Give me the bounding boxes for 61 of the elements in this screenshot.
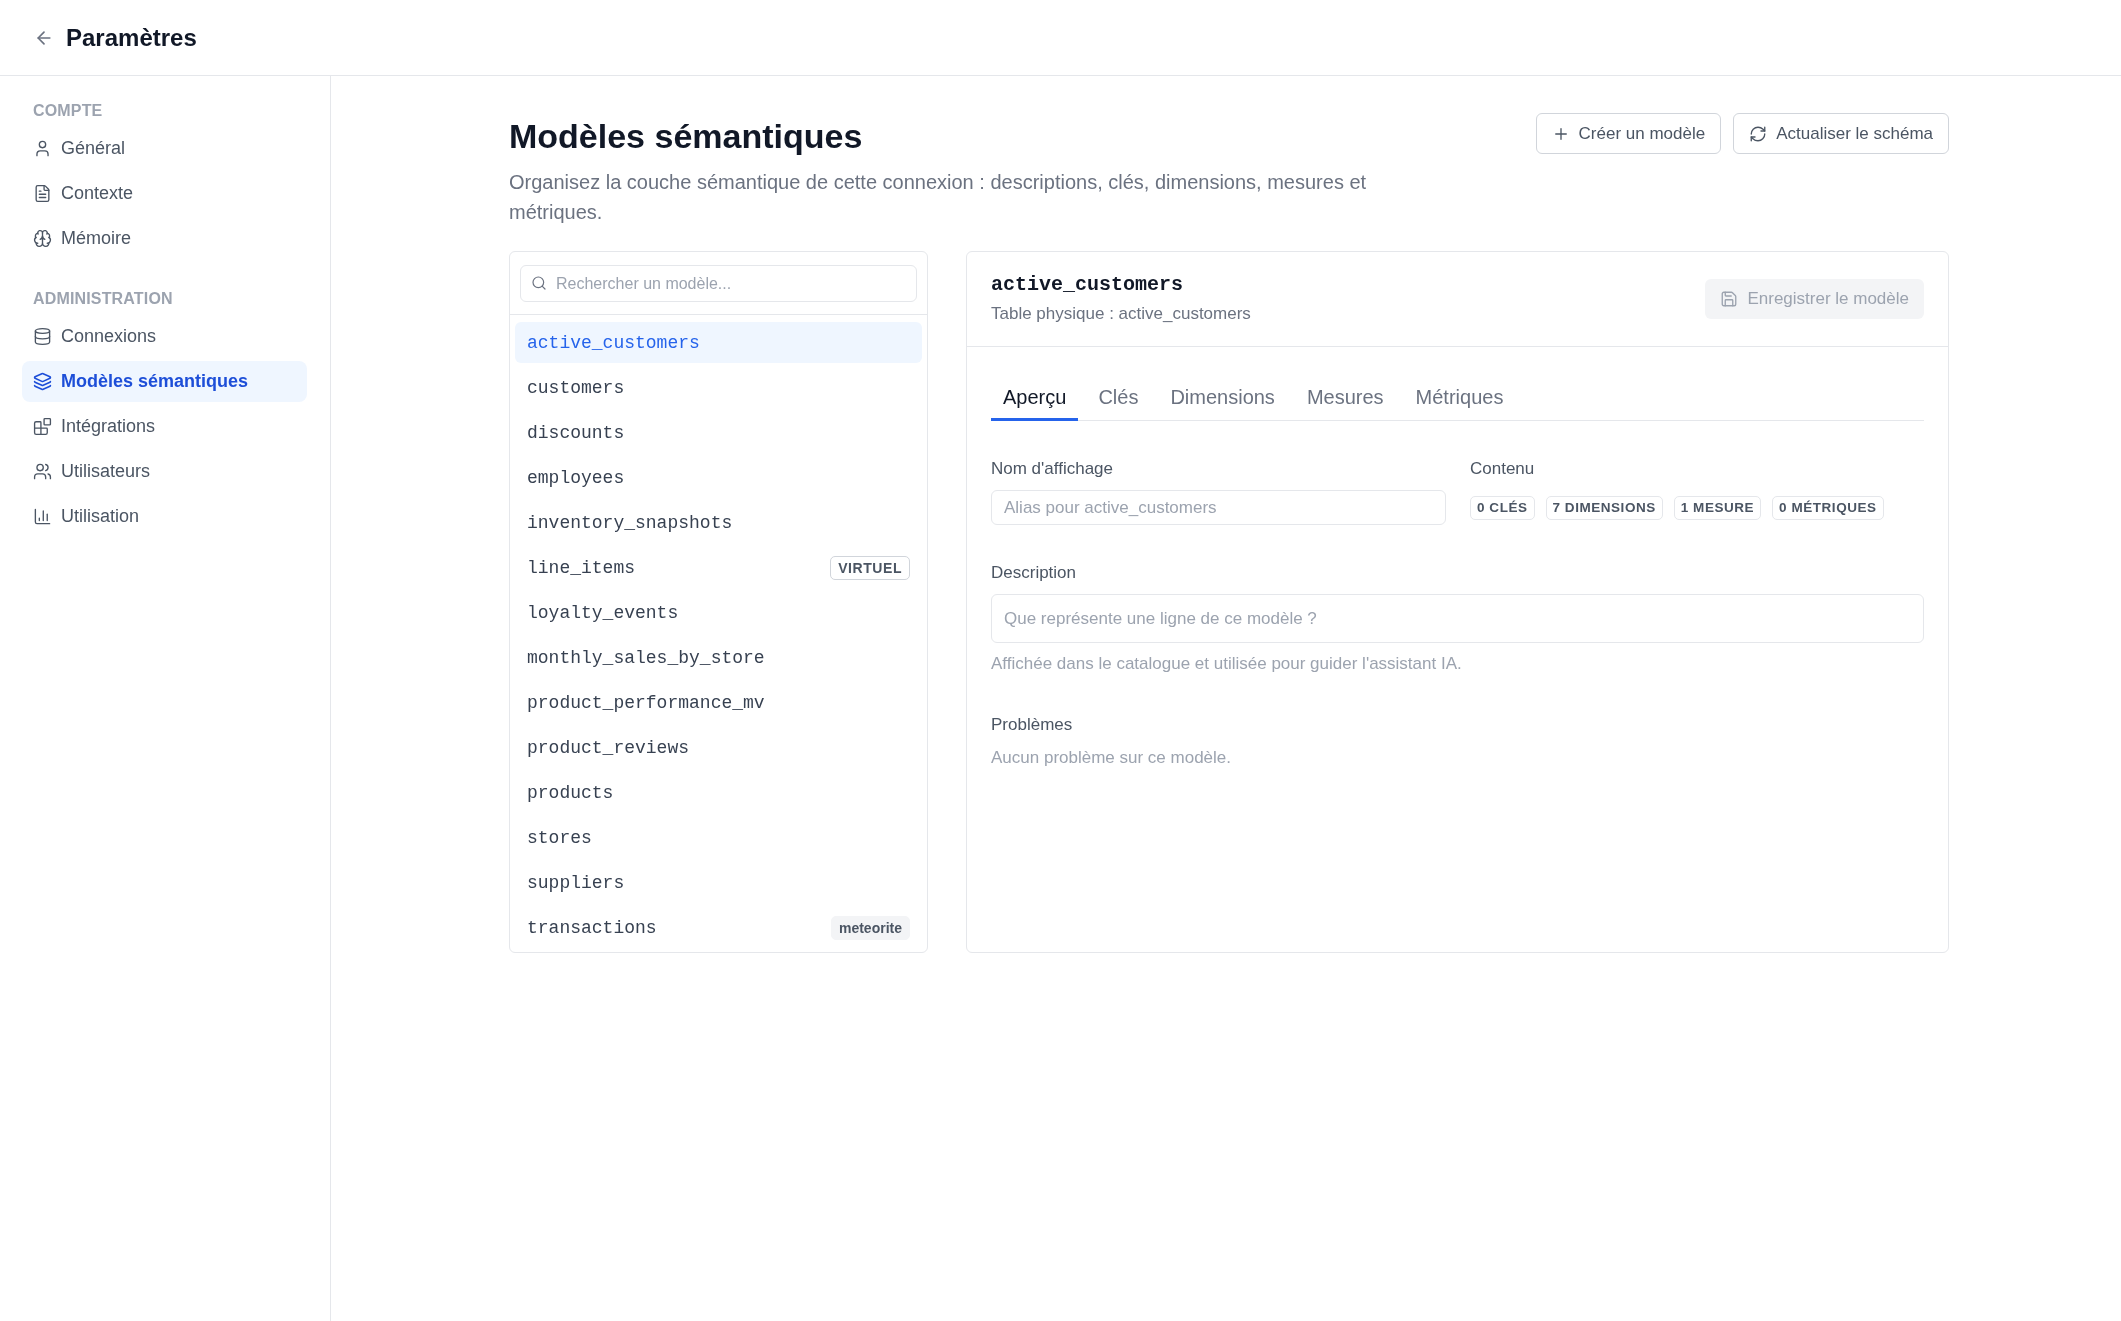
model-list-item[interactable]: product_performance_mv (515, 682, 922, 723)
model-list-item[interactable]: suppliers (515, 862, 922, 903)
table-subtitle: Table physique : active_customers (991, 303, 1251, 325)
sidebar-item[interactable]: Intégrations (22, 406, 307, 447)
database-icon (33, 327, 52, 346)
sidebar-item[interactable]: Utilisation (22, 496, 307, 537)
model-name: active_customers (991, 272, 1185, 298)
model-list-item[interactable]: product_reviews (515, 727, 922, 768)
model-tag: VIRTUEL (830, 555, 910, 580)
blocks-icon (33, 417, 52, 436)
field-label: Description (991, 562, 1078, 584)
help-text: Affichée dans le catalogue et utilisée pour guider l'assistant IA. (991, 653, 1463, 675)
refresh-schema-button[interactable]: Actualiser le schéma (1733, 113, 1949, 154)
model-list-item[interactable]: loyalty_events (515, 592, 922, 633)
model-list-item[interactable]: discounts (515, 412, 922, 453)
tab[interactable]: Aperçu (991, 371, 1079, 421)
tab[interactable]: Clés (1086, 371, 1151, 421)
model-list-item[interactable]: customers (515, 367, 922, 408)
model-list-item[interactable]: active_customers (515, 322, 922, 363)
refresh-icon (1749, 124, 1768, 143)
layers-icon (33, 372, 52, 391)
user-icon (33, 139, 52, 158)
model-list-item[interactable]: stores (515, 817, 922, 858)
model-list-item[interactable]: inventory_snapshots (515, 502, 922, 543)
count-badge: 7 DIMENSIONS (1545, 495, 1663, 520)
empty-state-text: Aucun problème sur ce modèle. (991, 747, 1233, 769)
model-list-item[interactable]: transactions meteorite (515, 907, 922, 948)
count-badge: 0 CLÉS (1470, 495, 1535, 520)
sidebar-item[interactable]: Général (22, 128, 307, 169)
tab[interactable]: Mesures (1294, 371, 1396, 421)
count-badge: 1 MESURE (1673, 495, 1762, 520)
page-description: Organisez la couche sémantique de cette connexion : descriptions, clés, dimensions, mesures et métriques. (509, 170, 1368, 225)
sidebar-item[interactable]: Connexions (22, 316, 307, 357)
model-list-item[interactable]: employees (515, 457, 922, 498)
display-name-field[interactable]: Alias pour active_customers (991, 490, 1446, 525)
field-label: Nom d'affichage (991, 458, 1114, 480)
sidebar-section-label: COMPTE (32, 101, 104, 121)
field-label: Contenu (1470, 458, 1536, 480)
model-list-item[interactable]: line_items VIRTUEL (515, 547, 922, 588)
page-title: Modèles sémantiques (509, 116, 864, 157)
tab[interactable]: Dimensions (1158, 371, 1287, 421)
create-model-button[interactable]: Créer un modèle (1535, 113, 1722, 154)
sidebar-item[interactable]: Utilisateurs (22, 451, 307, 492)
search-icon (531, 275, 547, 291)
users-icon (33, 462, 52, 481)
description-field[interactable]: Que représente une ligne de ce modèle ? (991, 594, 1924, 643)
sidebar-section-label: ADMINISTRATION (32, 289, 174, 309)
brain-icon (33, 229, 52, 248)
model-list-item[interactable]: products (515, 772, 922, 813)
field-label: Problèmes (991, 714, 1074, 736)
sidebar-item[interactable]: Contexte (22, 173, 307, 214)
model-list-item[interactable]: monthly_sales_by_store (515, 637, 922, 678)
model-tag: meteorite (830, 915, 910, 940)
sidebar-item[interactable]: Modèles sémantiques (22, 361, 307, 402)
count-badge: 0 MÉTRIQUES (1772, 495, 1884, 520)
settings-title: Paramètres (66, 23, 197, 52)
tab[interactable]: Métriques (1403, 371, 1516, 421)
document-icon (33, 184, 52, 203)
bar-chart-icon (33, 507, 52, 526)
sidebar-item[interactable]: Mémoire (22, 218, 307, 259)
search-field[interactable]: Rechercher un modèle... (520, 265, 917, 302)
